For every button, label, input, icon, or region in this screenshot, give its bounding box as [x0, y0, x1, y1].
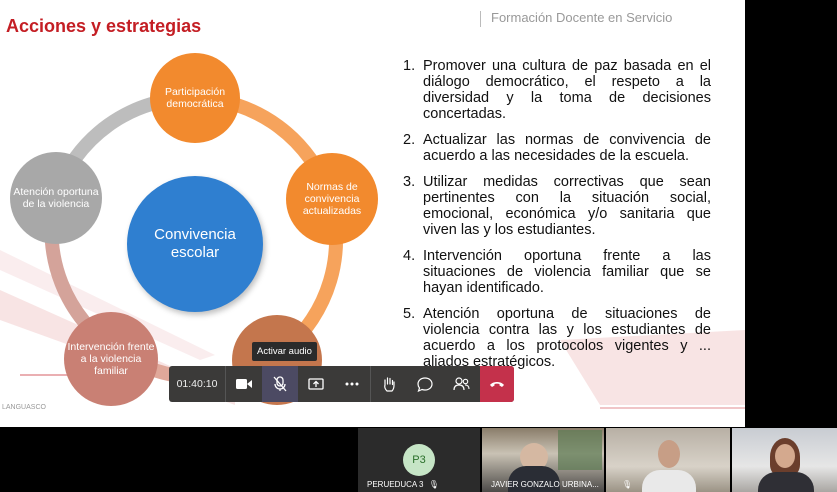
raise-hand-button[interactable]: [371, 366, 407, 402]
node-convivencia-escolar: Convivencia escolar: [127, 176, 263, 312]
camera-icon: [236, 379, 252, 389]
list-item: 1. Promover una cultura de paz basada en …: [403, 58, 711, 122]
call-timer: 01:40:10: [176, 378, 218, 390]
chat-icon: [417, 376, 433, 392]
node-atencion: Atención oportuna de la violencia: [10, 152, 102, 244]
node-label: Participación democrática: [164, 86, 226, 110]
item-number: 5.: [403, 306, 416, 322]
mic-button[interactable]: [262, 366, 298, 402]
more-icon: [345, 382, 359, 386]
participant-name: JAVIER GONZALO URBINA...: [491, 480, 599, 489]
participant-tile[interactable]: [732, 428, 837, 492]
shared-slide: Acciones y estrategias Formación Docente…: [0, 0, 745, 427]
node-label: Intervención frente a la violencia famil…: [67, 341, 155, 377]
participant-name: 🎙︎: [622, 480, 632, 489]
hang-up-button[interactable]: [480, 366, 514, 402]
header-divider: [480, 10, 481, 27]
node-intervencion: Intervención frente a la violencia famil…: [64, 312, 158, 406]
item-number: 1.: [403, 58, 416, 74]
node-normas: Normas de convivencia actualizadas: [286, 153, 378, 245]
participant-name: PERUEDUCA 3 🎙︎: [367, 480, 439, 489]
slide-header-course: Formación Docente en Servicio: [480, 10, 672, 27]
share-screen-icon: [308, 377, 324, 390]
share-screen-button[interactable]: [298, 366, 334, 402]
participant-tile[interactable]: JAVIER GONZALO URBINA...: [482, 428, 604, 492]
item-text: Atención oportuna de situaciones de viol…: [423, 306, 711, 370]
node-participacion: Participación democrática: [150, 53, 240, 143]
raise-hand-icon: [384, 377, 395, 392]
item-text: Actualizar las normas de convivencia de …: [423, 132, 711, 164]
hang-up-icon: [490, 382, 504, 387]
camera-button[interactable]: [226, 366, 262, 402]
node-label: Atención oportuna de la violencia: [13, 186, 99, 210]
chat-button[interactable]: [407, 366, 443, 402]
participant-video: [558, 430, 602, 470]
list-item: 3. Utilizar medidas correctivas que sean …: [403, 174, 711, 238]
meeting-toolbar: 01:40:10: [169, 366, 514, 402]
list-item: 5. Atención oportuna de situaciones de vi…: [403, 306, 711, 370]
list-item: 2. Actualizar las normas de convivencia d…: [403, 132, 711, 164]
mic-off-icon: 🎙︎: [622, 480, 633, 489]
participants-button[interactable]: [443, 366, 479, 402]
participant-video: [658, 440, 680, 468]
slide-title: Acciones y estrategias: [6, 16, 202, 36]
item-text: Promover una cultura de paz basada en el…: [423, 58, 711, 122]
node-label: Normas de convivencia actualizadas: [302, 181, 362, 217]
avatar: P3: [403, 444, 435, 476]
item-number: 3.: [403, 174, 416, 190]
center-label: Convivencia escolar: [154, 226, 236, 261]
item-number: 2.: [403, 132, 416, 148]
participant-video: [758, 472, 814, 492]
mic-off-icon: 🎙︎: [428, 480, 439, 489]
item-text: Intervención oportuna frente a las situa…: [423, 248, 711, 296]
list-item: 4. Intervención oportuna frente a las sit…: [403, 248, 711, 296]
more-actions-button[interactable]: [334, 366, 370, 402]
slide-watermark: LANGUASCO: [2, 404, 46, 411]
participant-video: [775, 444, 795, 468]
mic-off-icon: [273, 376, 287, 392]
item-number: 4.: [403, 248, 416, 264]
mic-tooltip: Activar audio: [252, 342, 317, 361]
strategies-list: 1. Promover una cultura de paz basada en …: [403, 58, 711, 380]
item-text: Utilizar medidas correctivas que sean pe…: [423, 174, 711, 238]
participant-video: [642, 470, 696, 492]
course-title: Formación Docente en Servicio: [491, 10, 673, 25]
participants-icon: [452, 377, 470, 391]
participant-tile[interactable]: 🎙︎: [606, 428, 730, 492]
